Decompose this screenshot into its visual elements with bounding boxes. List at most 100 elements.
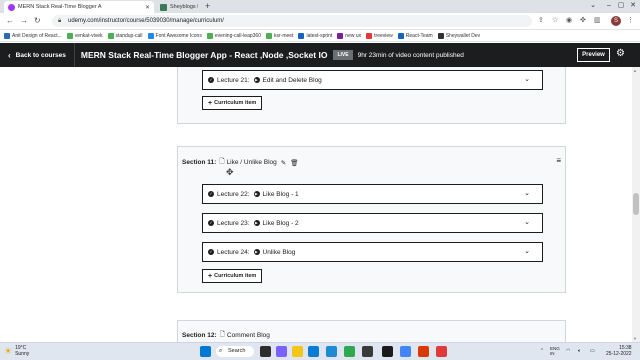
chevron-left-icon: ‹ (8, 50, 11, 60)
extension-icon[interactable]: ◉ (566, 16, 572, 24)
powerpoint-icon[interactable] (418, 346, 429, 357)
weather-desc: Sunny (15, 351, 30, 357)
bookmark-item[interactable]: Font Awesome Icons (147, 32, 202, 39)
reload-icon[interactable]: ↻ (34, 16, 41, 25)
section-12: Section 12: 🗋︎ Comment Blog (177, 320, 566, 342)
search-icon: ⌕ (219, 348, 223, 354)
section-title: Section 12: 🗋︎ Comment Blog (182, 330, 270, 341)
page-scrollbar[interactable]: ▲ ▼ (632, 67, 640, 342)
scrollbar-thumb[interactable] (633, 193, 639, 215)
lecture-title: Like Blog - 1 (262, 190, 299, 198)
taskbar-search[interactable]: ⌕ Search (216, 346, 254, 357)
bookmark-item[interactable]: evening-call-leap360 (206, 32, 261, 39)
wifi-icon[interactable]: ◠ (566, 348, 570, 354)
back-to-courses-link[interactable]: ‹ Back to courses (8, 51, 66, 60)
lecture-item[interactable]: ✓ Lecture 21: ▶ Edit and Delete Blog ⌄ (202, 70, 543, 90)
lecture-item[interactable]: ✓ Lecture 22: ▶ Like Blog - 1 ⌄ (202, 184, 543, 204)
task-view-icon[interactable] (260, 346, 271, 357)
lecture-item[interactable]: ✓ Lecture 23: ▶ Like Blog - 2 ⌄ (202, 213, 543, 233)
check-circle-icon: ✓ (208, 191, 214, 197)
menu-dots-icon[interactable]: ⋮ (627, 16, 634, 24)
share-icon[interactable]: ⇪ (538, 16, 544, 24)
sidebar-icon[interactable]: ▥ (594, 16, 601, 24)
bookmark-item[interactable]: treeview (366, 32, 393, 39)
bookmark-icon (298, 32, 305, 39)
lecture-item[interactable]: ✓ Lecture 24: ▶ Unlike Blog ⌄ (202, 242, 543, 262)
new-tab-icon[interactable]: + (205, 1, 210, 11)
vscode-icon[interactable] (326, 346, 337, 357)
bookmark-icon (66, 32, 73, 39)
bookmark-icon (337, 32, 344, 39)
sheyblogs-favicon-icon (160, 3, 167, 11)
lock-icon: 🔒︎ (58, 18, 62, 24)
course-manage-header: ‹ Back to courses MERN Stack Real-Time B… (0, 43, 640, 67)
speaker-icon[interactable]: 🔈︎ (578, 348, 581, 354)
bookmark-item[interactable]: standup-call (107, 32, 143, 39)
bookmark-item[interactable]: new ux (337, 32, 361, 39)
battery-icon[interactable]: ▭ (590, 348, 595, 354)
gear-icon[interactable]: ⚙ (616, 48, 625, 59)
bookmark-item[interactable]: latest-sprint (298, 32, 332, 39)
check-circle-icon: ✓ (208, 220, 214, 226)
bookmark-icon (4, 32, 10, 39)
file-explorer-icon[interactable] (292, 346, 303, 357)
check-circle-icon: ✓ (208, 249, 214, 255)
bookmark-icon (366, 32, 373, 39)
app-icon[interactable] (344, 346, 355, 357)
bookmark-icon (397, 32, 404, 39)
language-indicator[interactable]: ENG IN (550, 346, 560, 356)
system-clock[interactable]: 15:38 25-12-2022 (606, 345, 632, 357)
weather-widget[interactable]: ☀ 19°C Sunny (4, 345, 29, 357)
preview-button[interactable]: Preview (577, 48, 610, 62)
github-icon[interactable] (382, 346, 393, 357)
close-tab-icon[interactable]: ✕ (145, 4, 150, 11)
browser-tab-udemy[interactable]: MERN Stack Real-Time Blogger A ✕ (4, 1, 154, 13)
terminal-icon[interactable] (362, 346, 373, 357)
bookmark-item[interactable]: Anit Design of React... (4, 32, 62, 39)
bookmark-item[interactable]: Sheywallet Dev (437, 32, 480, 39)
document-icon: 🗋︎ (219, 331, 225, 338)
chevron-down-icon[interactable]: ⌄ (524, 247, 530, 255)
add-curriculum-item-button[interactable]: + Curriculum item (202, 269, 263, 283)
app-icon[interactable] (436, 346, 447, 357)
teams-icon[interactable] (276, 346, 287, 357)
play-circle-icon: ▶ (253, 191, 260, 197)
tab-title: Sheyblogs Dev (170, 4, 198, 10)
puzzle-icon[interactable]: ✜ (580, 16, 586, 24)
drag-handle-icon[interactable]: ≡ (556, 156, 561, 165)
chrome-icon[interactable] (400, 346, 411, 357)
plus-icon: + (208, 99, 213, 107)
section-10: ✓ Lecture 21: ▶ Edit and Delete Blog ⌄ +… (177, 67, 566, 124)
bookmark-icon (266, 32, 272, 39)
profile-avatar[interactable]: S (611, 16, 621, 26)
bookmark-star-icon[interactable]: ☆ (552, 16, 558, 24)
back-arrow-icon[interactable]: ← (6, 16, 14, 25)
curriculum-content: ✓ Lecture 21: ▶ Edit and Delete Blog ⌄ +… (0, 67, 632, 342)
windows-start-icon[interactable] (200, 346, 211, 357)
edge-icon[interactable] (308, 346, 319, 357)
browser-tab-sheyblogs[interactable]: Sheyblogs Dev (156, 1, 202, 13)
chevron-down-icon[interactable]: ⌄ (524, 75, 530, 83)
play-circle-icon: ▶ (253, 249, 260, 255)
chevron-up-icon[interactable]: ⌃ (540, 348, 544, 354)
plus-icon: + (208, 272, 213, 280)
add-curriculum-item-button[interactable]: + Curriculum item (202, 96, 263, 110)
trash-icon[interactable]: 🗑︎ (290, 159, 298, 167)
chevron-down-icon[interactable]: ⌄ (524, 218, 530, 226)
lecture-title: Like Blog - 2 (262, 219, 299, 227)
lecture-label: Lecture 24: (217, 248, 250, 256)
url-field[interactable]: 🔒︎ udemy.com/instructor/course/5039030/m… (52, 15, 532, 27)
chevron-down-icon[interactable]: ⌄ (524, 189, 530, 197)
document-icon: 🗋︎ (219, 158, 225, 165)
forward-arrow-icon[interactable]: → (20, 16, 28, 25)
bookmark-item[interactable]: React-Team (397, 32, 433, 39)
bookmark-item[interactable]: venkat-vivek (66, 32, 103, 39)
url-text: udemy.com/instructor/course/5039030/mana… (68, 18, 224, 24)
section-name: Comment Blog (226, 332, 270, 339)
close-window-icon[interactable]: ✕ (624, 0, 640, 12)
bookmark-item[interactable]: ksr-meet (266, 32, 293, 39)
lecture-title: Edit and Delete Blog (262, 76, 322, 84)
scroll-down-icon[interactable]: ▼ (633, 336, 637, 341)
scroll-up-icon[interactable]: ▲ (633, 68, 637, 73)
pencil-icon[interactable]: ✎ (281, 159, 286, 167)
